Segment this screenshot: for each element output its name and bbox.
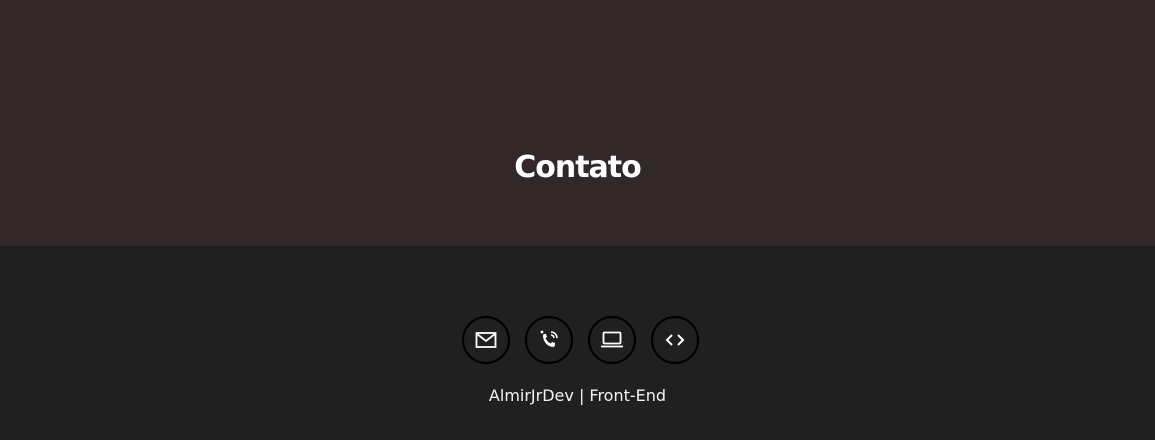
phone-link[interactable]: [525, 316, 573, 364]
laptop-icon: [601, 331, 623, 348]
code-icon: [665, 334, 685, 346]
mail-link[interactable]: [462, 316, 510, 364]
mail-icon: [475, 332, 497, 348]
footer-credit: AlmirJrDev | Front-End: [488, 386, 667, 405]
contact-title: Contato: [514, 150, 642, 185]
code-link[interactable]: [651, 316, 699, 364]
social-links: [3, 316, 1155, 364]
footer: AlmirJrDev | Front-End: [0, 246, 1155, 440]
portfolio-link[interactable]: [588, 316, 636, 364]
phone-call-icon: [540, 330, 558, 347]
contact-section: Contato: [0, 0, 1155, 246]
